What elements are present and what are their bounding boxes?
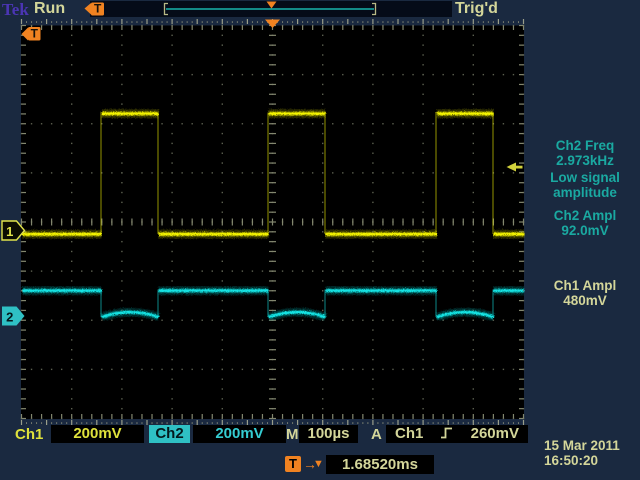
- trigger-position-marker-icon: [265, 20, 280, 29]
- ch2-scale-readout: 200mV: [193, 425, 286, 443]
- trigger-level: 260mV: [471, 425, 519, 443]
- graticule: [21, 26, 524, 420]
- timebase-readout: 100µs: [299, 425, 358, 443]
- record-window-right-bracket: [372, 4, 376, 15]
- rising-edge-icon: [439, 425, 454, 443]
- record-trigger-marker-icon: [267, 2, 277, 9]
- ch1-ground-marker: 1: [2, 221, 25, 240]
- svg-text:T: T: [31, 27, 39, 41]
- trigger-source: Ch1: [395, 425, 423, 443]
- tek-logo: Tek: [2, 0, 29, 20]
- measurement-ch2-ampl: Ch2 Ampl 92.0mV: [532, 209, 638, 238]
- ch2-trace: [22, 290, 524, 317]
- record-view-bar: [90, 1, 452, 17]
- ch2-ground-marker: 2: [2, 307, 25, 326]
- oscilloscope-screen: T T 1 2 Tek Run Trig': [0, 0, 640, 480]
- trigger-delay-symbol: T: [285, 456, 301, 472]
- svg-text:2: 2: [6, 309, 13, 324]
- svg-text:T: T: [94, 2, 102, 16]
- triangle-marker-icon: ▼: [313, 456, 324, 473]
- measurement-label: Ch1 Ampl: [532, 279, 638, 294]
- ch1-scale-readout: 200mV: [51, 425, 144, 443]
- acquisition-ruler: [21, 19, 524, 425]
- ch1-label: Ch1: [15, 426, 43, 443]
- trigger-offscreen-flag-icon: T: [22, 27, 41, 41]
- measurement-value: 480mV: [532, 294, 638, 309]
- ch1-trace: [22, 113, 524, 234]
- trigger-status: Trig'd: [455, 0, 498, 18]
- time: 16:50:20: [544, 453, 620, 468]
- measurement-value: 2.973kHz: [532, 154, 638, 169]
- datetime: 15 Mar 2011 16:50:20: [544, 438, 620, 468]
- measurement-label: Ch2 Ampl: [532, 209, 638, 224]
- measurement-warning: Low signal amplitude: [532, 171, 638, 200]
- trigger-bus-label: A: [371, 426, 382, 443]
- trigger-offscreen-flag-topbar-icon: T: [85, 2, 105, 16]
- measurement-ch2-freq: Ch2 Freq 2.973kHz: [532, 139, 638, 168]
- timebase-label: M: [286, 426, 299, 443]
- trigger-delay-value: 1.68520ms: [326, 455, 434, 474]
- measurement-label: Ch2 Freq: [532, 139, 638, 154]
- ch2-label-selected: Ch2: [149, 425, 190, 443]
- measurement-value: 92.0mV: [532, 224, 638, 239]
- acquisition-status: Run: [34, 0, 65, 18]
- date: 15 Mar 2011: [544, 438, 620, 453]
- waveform-traces: [22, 113, 524, 317]
- record-window-left-bracket: [165, 4, 169, 15]
- measurement-ch1-ampl: Ch1 Ampl 480mV: [532, 279, 638, 308]
- svg-text:1: 1: [6, 224, 13, 239]
- scope-graphics: T T 1 2: [0, 0, 640, 480]
- trigger-readout: Ch1 260mV: [386, 425, 528, 443]
- trigger-level-arrow-icon: [507, 163, 523, 172]
- graticule-grid: [21, 25, 524, 419]
